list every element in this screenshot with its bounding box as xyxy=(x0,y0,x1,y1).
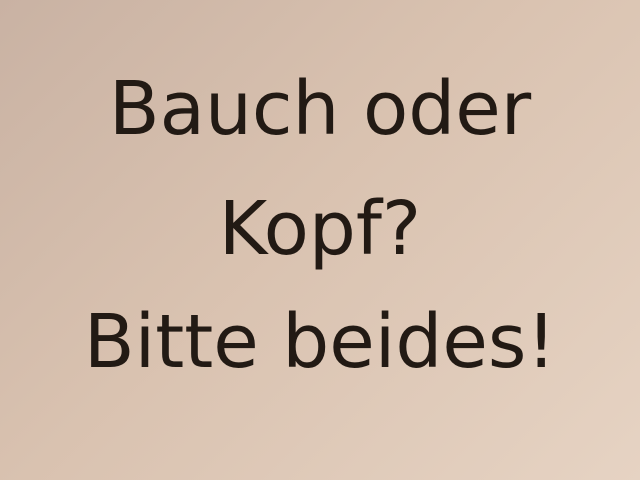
slide-text-line-3: Bitte beides! xyxy=(83,299,557,385)
slide-text-line-1: Bauch oder xyxy=(108,66,532,152)
slide: Bauch oder Kopf? Bitte beides! xyxy=(0,0,640,480)
slide-text-line-2: Kopf? xyxy=(218,186,422,272)
